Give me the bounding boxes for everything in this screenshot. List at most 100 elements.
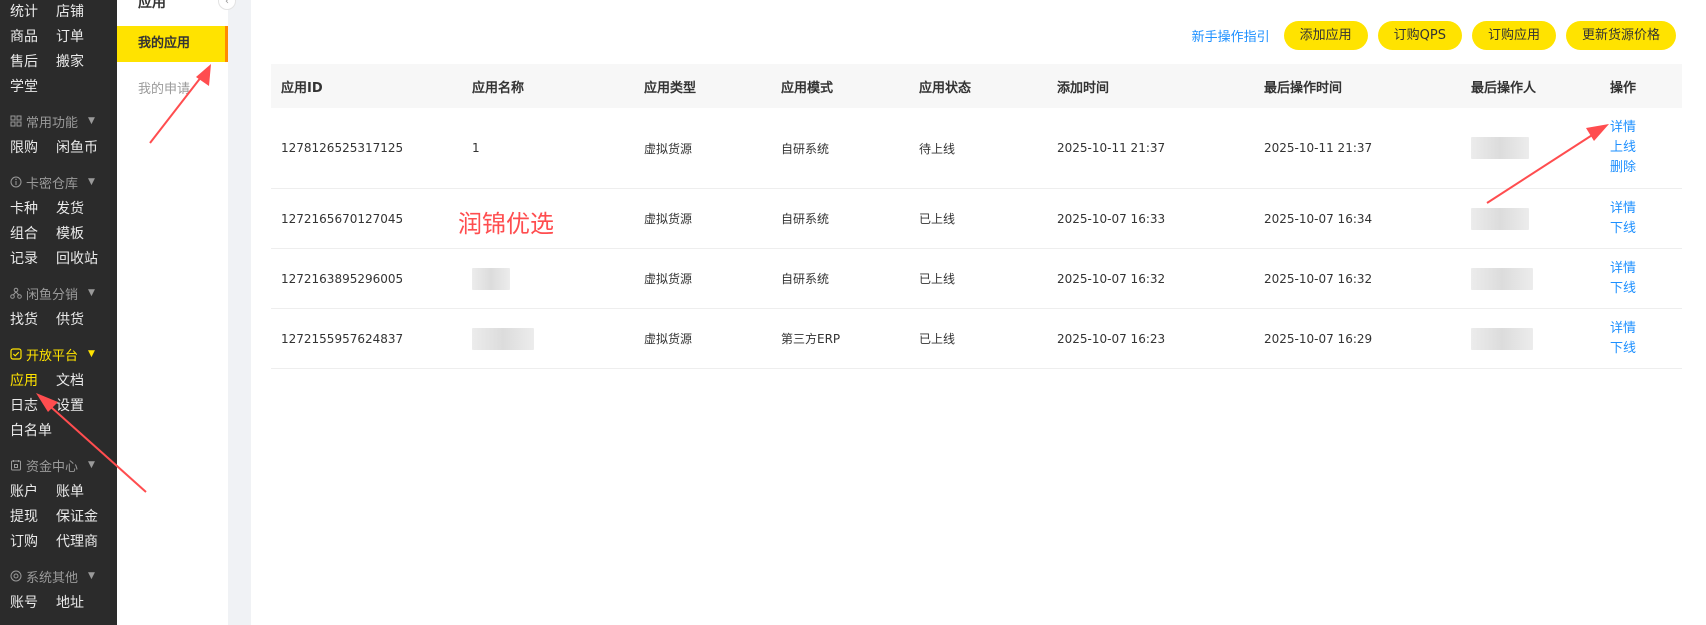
add-app-button[interactable]: 添加应用 [1283, 21, 1368, 50]
sidebar-item-bill[interactable]: 账单 [56, 480, 102, 505]
section-distribution[interactable]: 闲鱼分销 ▼ [10, 278, 117, 308]
cell-app-mode: 自研系统 [781, 141, 830, 156]
caret-down-icon: ▼ [88, 116, 95, 126]
table-row: 1272155957624837 虚拟货源 第三方ERP 已上线 2025-10… [271, 309, 1682, 369]
cell-actions: 详情 上线 删除 [1600, 118, 1682, 178]
sidebar-item-combo[interactable]: 组合 [10, 222, 56, 247]
check-square-icon [10, 348, 22, 360]
cell-app-type: 虚拟货源 [644, 141, 693, 156]
table-row: 1278126525317125 1 虚拟货源 自研系统 待上线 2025-10… [271, 108, 1682, 189]
cell-actions: 详情 下线 [1600, 319, 1682, 359]
section-common[interactable]: 常用功能 ▼ [10, 106, 117, 136]
subnav-item-my-applications[interactable]: 我的申请 [138, 78, 190, 97]
sidebar-item-records[interactable]: 记录 [10, 247, 56, 272]
header-app-mode: 应用模式 [781, 80, 834, 96]
cell-added-time: 2025-10-11 21:37 [1057, 141, 1166, 155]
redacted-block [472, 327, 534, 350]
guide-link[interactable]: 新手操作指引 [1192, 26, 1270, 45]
cell-added-time: 2025-10-07 16:23 [1057, 331, 1166, 346]
chevron-left-icon[interactable]: ‹ [218, 0, 236, 10]
sidebar-item-stats[interactable]: 统计 [10, 0, 56, 25]
subnav-item-my-apps[interactable]: 我的应用 [117, 26, 228, 62]
sidebar-item-card-type[interactable]: 卡种 [10, 197, 56, 222]
cell-app-type: 虚拟货源 [644, 332, 693, 346]
cell-last-operator [1461, 137, 1600, 159]
sidebar-item-agent[interactable]: 代理商 [56, 530, 102, 555]
go-online-link[interactable]: 上线 [1610, 138, 1682, 158]
detail-link[interactable]: 详情 [1610, 259, 1682, 279]
header-added-time: 添加时间 [1057, 80, 1110, 96]
sidebar-item-move[interactable]: 搬家 [56, 50, 102, 75]
cell-app-id: 1272165670127045 [281, 211, 404, 226]
sidebar-item-template[interactable]: 模板 [56, 222, 102, 247]
cell-app-name: 1 [472, 141, 480, 155]
cell-last-time: 2025-10-11 21:37 [1264, 141, 1373, 155]
go-offline-link[interactable]: 下线 [1610, 279, 1682, 299]
go-offline-link[interactable]: 下线 [1610, 339, 1682, 359]
cell-actions: 详情 下线 [1600, 199, 1682, 239]
sidebar-top-items: 统计 店铺 商品 订单 售后 搬家 学堂 [10, 0, 117, 100]
header-app-id: 应用ID [281, 80, 323, 96]
caret-down-icon: ▼ [88, 571, 95, 581]
sidebar-item-deposit[interactable]: 保证金 [56, 505, 102, 530]
header-last-operator: 最后操作人 [1471, 80, 1537, 96]
sidebar-item-ship[interactable]: 发货 [56, 197, 102, 222]
table-header: 应用ID 应用名称 应用类型 应用模式 应用状态 添加时间 最后操作时间 最后操… [271, 64, 1682, 108]
section-system[interactable]: 系统其他 ▼ [10, 561, 117, 591]
section-card-warehouse[interactable]: 卡密仓库 ▼ [10, 167, 117, 197]
buy-qps-button[interactable]: 订购QPS [1377, 21, 1462, 50]
sidebar-item-user[interactable]: 账号 [10, 591, 56, 616]
sidebar-item-recycle[interactable]: 回收站 [56, 247, 102, 272]
sidebar-item-supply[interactable]: 供货 [56, 308, 102, 333]
redacted-block [472, 267, 510, 290]
sidebar-item-limit[interactable]: 限购 [10, 136, 56, 161]
detail-link[interactable]: 详情 [1610, 319, 1682, 339]
cell-added-time: 2025-10-07 16:32 [1057, 271, 1166, 286]
cell-app-name [462, 267, 634, 290]
sidebar-item-orders[interactable]: 订单 [56, 25, 102, 50]
toolbar: 新手操作指引 添加应用 订购QPS 订购应用 更新货源价格 [1192, 21, 1676, 50]
section-finance[interactable]: 资金中心 ▼ [10, 450, 117, 480]
sidebar-item-account[interactable]: 账户 [10, 480, 56, 505]
sidebar-item-apps[interactable]: 应用 [10, 369, 56, 394]
sidebar-item-address[interactable]: 地址 [56, 591, 102, 616]
sidebar-item-aftersale[interactable]: 售后 [10, 50, 56, 75]
cell-actions: 详情 下线 [1600, 259, 1682, 299]
detail-link[interactable]: 详情 [1610, 118, 1682, 138]
cell-app-status: 已上线 [919, 212, 956, 226]
section-open-platform[interactable]: 开放平台 ▼ [10, 339, 117, 369]
grid-icon [10, 115, 22, 127]
settings-circle-icon [10, 570, 22, 582]
header-app-type: 应用类型 [644, 80, 697, 96]
redacted-block [1471, 137, 1529, 159]
go-offline-link[interactable]: 下线 [1610, 219, 1682, 239]
caret-down-icon: ▼ [88, 460, 95, 470]
sidebar-item-subscribe[interactable]: 订购 [10, 530, 56, 555]
sidebar-item-whitelist[interactable]: 白名单 [10, 419, 56, 444]
sidebar-item-withdraw[interactable]: 提现 [10, 505, 56, 530]
cell-app-id: 1272163895296005 [281, 271, 404, 286]
sidebar-item-coin[interactable]: 闲鱼币 [56, 136, 102, 161]
sidebar-item-docs[interactable]: 文档 [56, 369, 102, 394]
cell-last-operator [1461, 207, 1600, 230]
cell-app-type: 虚拟货源 [644, 272, 693, 286]
delete-link[interactable]: 删除 [1610, 158, 1682, 178]
sidebar-item-shop[interactable]: 店铺 [56, 0, 102, 25]
cell-app-id: 1278126525317125 [281, 141, 404, 155]
caret-down-icon: ▼ [88, 288, 95, 298]
caret-down-icon: ▼ [88, 349, 95, 359]
sidebar-item-find[interactable]: 找货 [10, 308, 56, 333]
buy-app-button[interactable]: 订购应用 [1471, 21, 1556, 50]
cell-last-operator [1461, 267, 1600, 290]
cell-last-operator [1461, 327, 1600, 350]
sidebar-item-settings[interactable]: 设置 [56, 394, 102, 419]
cell-app-name [462, 327, 634, 350]
sidebar-item-goods[interactable]: 商品 [10, 25, 56, 50]
sidebar-item-academy[interactable]: 学堂 [10, 75, 56, 100]
sidebar-item-logs[interactable]: 日志 [10, 394, 56, 419]
update-price-button[interactable]: 更新货源价格 [1565, 21, 1676, 50]
header-app-status: 应用状态 [919, 80, 972, 96]
section-title: 卡密仓库 [26, 176, 79, 192]
table-row: 1272163895296005 虚拟货源 自研系统 已上线 2025-10-0… [271, 249, 1682, 309]
detail-link[interactable]: 详情 [1610, 199, 1682, 219]
